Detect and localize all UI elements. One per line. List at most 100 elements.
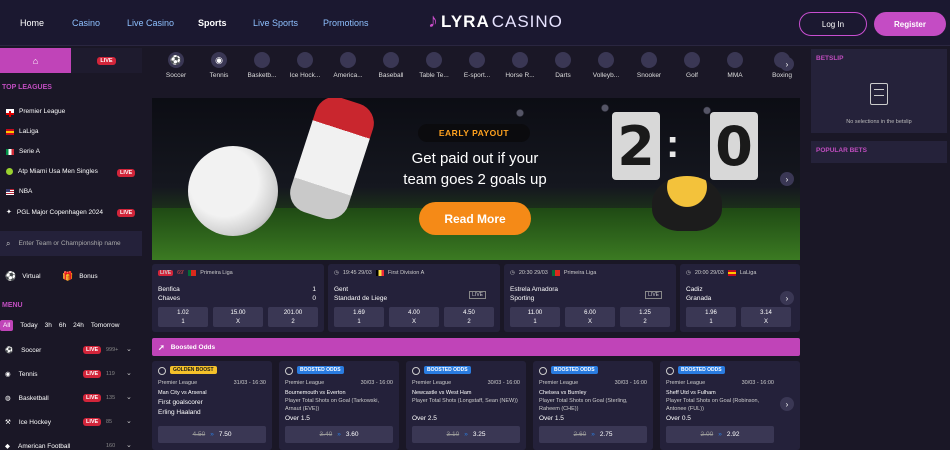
nav-live-casino[interactable]: Live Casino	[127, 18, 174, 28]
spain-flag-icon	[727, 270, 736, 276]
league-item-atp-miami[interactable]: Atp Miami Usa Men Singles	[6, 168, 98, 175]
gift-icon: 🎁	[62, 271, 74, 281]
match-team-away: Standard de Liege	[334, 295, 388, 302]
match-team-home: Cadiz	[686, 286, 703, 293]
sport-category-ice-hockey[interactable]: Ice Hock...	[285, 52, 325, 79]
filter-3h[interactable]: 3h	[45, 322, 52, 329]
odd-button-draw[interactable]: 15.00 X	[213, 307, 263, 327]
banner-next-button[interactable]: ›	[780, 172, 794, 186]
esports-icon: ✦	[6, 209, 12, 216]
boost-odds-button[interactable]: 2.00 » 2.92	[666, 426, 774, 443]
match-card[interactable]: LIVE 69' Primeira Liga Benfica Chaves 1 …	[152, 264, 324, 332]
league-item-premier-league[interactable]: Premier League	[6, 108, 65, 117]
sport-category-mma[interactable]: MMA	[715, 52, 755, 79]
boosted-card[interactable]: GOLDEN BOOST Premier League 31/03 - 16:3…	[152, 361, 272, 450]
read-more-button[interactable]: Read More	[419, 202, 531, 235]
odd-button-home[interactable]: 1.69 1	[334, 307, 384, 327]
odd-button-home[interactable]: 1.02 1	[158, 307, 208, 327]
filter-6h[interactable]: 6h	[59, 322, 66, 329]
boosted-card[interactable]: BOOSTED ODDS Premier League 30/03 - 16:0…	[279, 361, 399, 450]
boost-selection: Over 2.5	[412, 415, 437, 422]
golf-icon	[684, 52, 700, 68]
league-item-serie-a[interactable]: Serie A	[6, 148, 40, 155]
odd-button-draw[interactable]: 4.00 X	[389, 307, 439, 327]
sport-category-esports[interactable]: E-sport...	[457, 52, 497, 79]
sport-category-golf[interactable]: Golf	[672, 52, 712, 79]
virtual-link[interactable]: ⚽ Virtual	[5, 271, 41, 282]
live-stream-tag: LIVE	[469, 291, 486, 299]
lyra-casino-logo[interactable]: ♪ LYRA CASINO	[428, 10, 563, 33]
darts-icon	[555, 52, 571, 68]
odd-button-home[interactable]: 11.00 1	[510, 307, 560, 327]
matches-scroll-right-button[interactable]: ›	[780, 291, 794, 305]
soccer-icon	[539, 367, 547, 375]
filter-24h[interactable]: 24h	[73, 322, 84, 329]
register-button[interactable]: Register	[874, 12, 946, 36]
login-button[interactable]: Log In	[799, 12, 867, 36]
nav-promotions[interactable]: Promotions	[323, 18, 369, 28]
popular-bets-panel[interactable]: POPULAR BETS	[811, 141, 947, 163]
boost-date: 30/03 - 16:00	[614, 380, 647, 386]
boosted-card[interactable]: BOOSTED ODDS Premier League 30/03 - 16:0…	[660, 361, 800, 450]
sport-category-baseball[interactable]: Baseball	[371, 52, 411, 79]
sidebar-tab-home[interactable]: ⌂	[0, 48, 71, 73]
sport-category-tennis[interactable]: ◉ Tennis	[199, 52, 239, 79]
league-item-nba[interactable]: NBA	[6, 188, 32, 195]
boost-odds-button[interactable]: 3.10 » 3.25	[412, 426, 520, 443]
new-odds: 7.50	[218, 431, 232, 438]
team-search-input[interactable]: ⌕ Enter Team or Championship name	[0, 231, 142, 256]
filter-today[interactable]: Today	[20, 322, 37, 329]
bonus-link[interactable]: 🎁 Bonus	[62, 271, 98, 282]
boost-selection: Over 1.5	[285, 415, 310, 422]
sport-category-american-football[interactable]: America...	[328, 52, 368, 79]
boost-odds-button[interactable]: 4.50 » 7.50	[158, 426, 266, 443]
sidebar-tab-live[interactable]: LIVE	[71, 48, 142, 73]
odd-button-away[interactable]: 1.25 2	[620, 307, 670, 327]
menu-title: MENU	[2, 302, 23, 309]
boosted-card[interactable]: BOOSTED ODDS Premier League 30/03 - 16:0…	[533, 361, 653, 450]
live-badge: LIVE	[97, 56, 116, 65]
sport-category-horse-racing[interactable]: Horse R...	[500, 52, 540, 79]
old-odds: 2.60	[573, 431, 587, 438]
sport-live-badge: LIVE	[83, 394, 102, 402]
boost-odds-button[interactable]: 2.60 » 2.75	[539, 426, 647, 443]
nav-casino[interactable]: Casino	[72, 18, 100, 28]
sport-category-table-tennis[interactable]: Table Te...	[414, 52, 454, 79]
rocket-icon: ➚	[158, 342, 165, 352]
league-item-pgl-major[interactable]: ✦ PGL Major Copenhagen 2024	[6, 208, 103, 217]
match-live-badge: LIVE	[158, 270, 174, 276]
boost-odds-button[interactable]: 3.40 » 3.60	[285, 426, 393, 443]
odd-button-home[interactable]: 1.96 1	[686, 307, 736, 327]
player-leg-image	[284, 98, 380, 225]
boost-market: Player Total Shots on Goal (Sterling, Ra…	[539, 398, 628, 412]
odd-button-draw[interactable]: 3.14 X	[741, 307, 791, 327]
nav-sports[interactable]: Sports	[198, 18, 227, 28]
boosted-scroll-right-button[interactable]: ›	[780, 397, 794, 411]
horse-racing-icon	[512, 52, 528, 68]
match-team-away: Chaves	[158, 295, 181, 302]
odd-button-away[interactable]: 4.50 2	[444, 307, 494, 327]
sports-scroll-right-button[interactable]: ›	[780, 57, 794, 71]
snooker-icon	[641, 52, 657, 68]
league-item-laliga[interactable]: LaLiga	[6, 128, 39, 135]
odd-button-draw[interactable]: 6.00 X	[565, 307, 615, 327]
sport-category-darts[interactable]: Darts	[543, 52, 583, 79]
odd-button-away[interactable]: 201.00 2	[268, 307, 318, 327]
match-card[interactable]: ◷ 19:45 29/03 First Division A Gent Stan…	[328, 264, 500, 332]
league-label: Atp Miami Usa Men Singles	[18, 168, 98, 175]
sport-category-volleyball[interactable]: Volleyb...	[586, 52, 626, 79]
logo-text-bold: LYRA	[441, 11, 490, 31]
sport-category-basketball[interactable]: Basketb...	[242, 52, 282, 79]
nav-home[interactable]: Home	[20, 18, 44, 28]
clock-icon: ◷	[686, 270, 691, 276]
virtual-icon: ⚽	[5, 271, 17, 281]
sport-category-snooker[interactable]: Snooker	[629, 52, 669, 79]
filter-all[interactable]: All	[0, 320, 14, 331]
boosted-card[interactable]: BOOSTED ODDS Premier League 30/03 - 16:0…	[406, 361, 526, 450]
match-card[interactable]: ◷ 20:30 29/03 Primeira Liga Estrela Amad…	[504, 264, 676, 332]
table-tennis-icon	[426, 52, 442, 68]
filter-tomorrow[interactable]: Tomorrow	[91, 322, 120, 329]
nav-live-sports[interactable]: Live Sports	[253, 18, 298, 28]
boost-match-title: Sheff Utd vs Fulham	[666, 390, 716, 396]
sport-category-soccer[interactable]: ⚽ Soccer	[156, 52, 196, 79]
